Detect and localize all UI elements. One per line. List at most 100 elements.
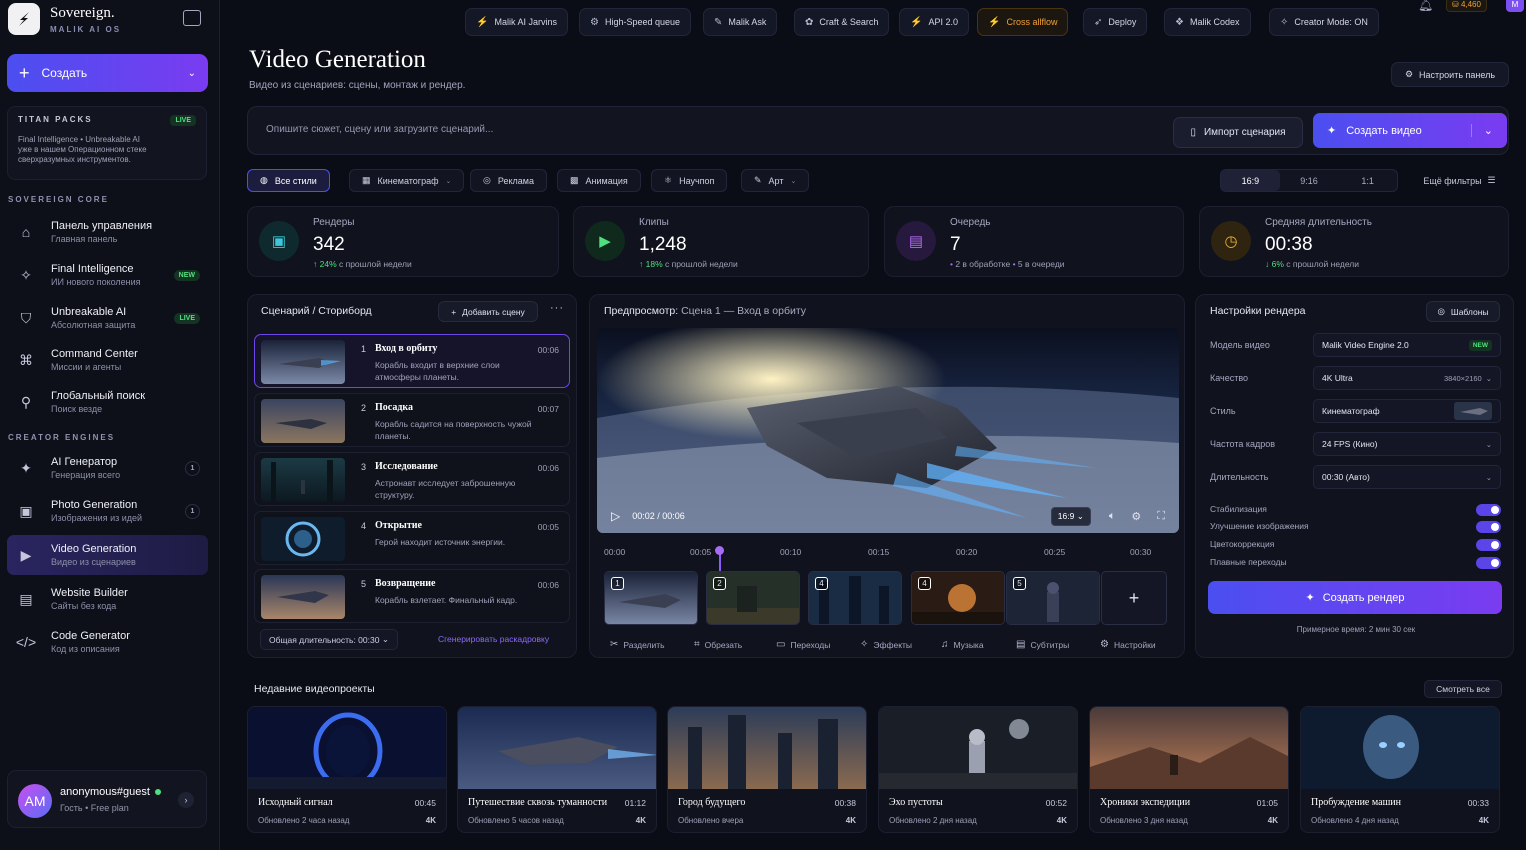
enhance-toggle[interactable] <box>1476 521 1501 533</box>
logo-icon[interactable] <box>8 3 40 35</box>
project-updated: Обновлено 2 часа назад <box>258 816 350 825</box>
project-card[interactable]: Путешествие сквозь туманности 01:12 Обно… <box>457 706 657 833</box>
style-chip-all[interactable]: ◍ Все стили <box>247 169 330 192</box>
topchip-deploy[interactable]: ➶ Deploy <box>1083 8 1148 36</box>
style-chip-science[interactable]: ⚛ Научпоп <box>651 169 728 192</box>
style-select[interactable]: Кинематограф <box>1313 399 1501 423</box>
tool-transitions[interactable]: ▭ Переходы <box>776 639 830 650</box>
titan-packs-card[interactable]: TITAN PACKS LIVE Final Intelligence • Un… <box>7 106 207 180</box>
create-render-button[interactable]: ✦ Создать рендер <box>1208 581 1502 614</box>
timeline-clip[interactable]: 2 <box>706 571 800 625</box>
project-card[interactable]: Город будущего 00:38 Обновлено вчера 4K <box>667 706 867 833</box>
project-quality: 4K <box>1267 816 1278 825</box>
tool-subtitles[interactable]: ▤ Субтитры <box>1016 639 1069 650</box>
create-video-button[interactable]: ✦ Создать видео ⌄ <box>1313 113 1507 148</box>
project-quality: 4K <box>845 816 856 825</box>
queue-icon: ▤ <box>896 221 936 261</box>
profile-avatar[interactable]: M <box>1506 0 1524 12</box>
scene-item[interactable]: 4 Открытие Герой находит источник энерги… <box>254 511 570 565</box>
add-scene-button[interactable]: + Добавить сцену <box>438 301 538 322</box>
tool-split[interactable]: ✂ Разделить <box>610 639 665 650</box>
import-script-button[interactable]: ▯ Импорт сценария <box>1173 117 1303 148</box>
sidebar-item-global-search[interactable]: ⚲ Глобальный поиск Поиск везде <box>7 382 208 422</box>
model-select[interactable]: Malik Video Engine 2.0 NEW <box>1313 333 1501 357</box>
gear-icon[interactable]: ⚙ <box>1131 510 1141 523</box>
create-button[interactable]: + Создать ⌄ <box>7 54 208 92</box>
sidebar-item-unbreakable-ai[interactable]: ⛉ Unbreakable AI Абсолютная защита LIVE <box>7 298 208 338</box>
style-chip-art[interactable]: ✎ Арт ⌄ <box>741 169 810 192</box>
more-filters-button[interactable]: Ещё фильтры ☰ <box>1410 169 1509 192</box>
preview-ratio-select[interactable]: 16:9 ⌄ <box>1050 506 1091 526</box>
chevron-right-icon[interactable]: › <box>178 792 194 808</box>
style-chip-ads[interactable]: ◎ Реклама <box>470 169 547 192</box>
timeline-clip[interactable]: 4 <box>808 571 902 625</box>
timeline-clip[interactable]: 5 <box>1006 571 1100 625</box>
user-card[interactable]: AM anonymous#guest Гость • Free plan › <box>7 770 207 828</box>
project-card[interactable]: Исходный сигнал 00:45 Обновлено 2 часа н… <box>247 706 447 833</box>
project-card[interactable]: Пробуждение машин 00:33 Обновлено 4 дня … <box>1300 706 1500 833</box>
sidebar-item-website-builder[interactable]: ▤ Website Builder Сайты без кода <box>7 579 208 619</box>
topchip-ask[interactable]: ✎ Malik Ask <box>703 8 778 36</box>
configure-panel-button[interactable]: ⚙ Настроить панель <box>1391 62 1509 87</box>
topchip-creator-mode[interactable]: ✧ Creator Mode: ON <box>1269 8 1379 36</box>
fullscreen-icon[interactable]: ⛶ <box>1157 510 1165 523</box>
ratio-1-1[interactable]: 1:1 <box>1338 170 1397 191</box>
see-all-button[interactable]: Смотреть все <box>1424 680 1502 698</box>
add-clip-button[interactable]: + <box>1101 571 1167 625</box>
collapse-sidebar-icon[interactable] <box>183 10 201 26</box>
sidebar-item-command-center[interactable]: ⌘ Command Center Миссии и агенты <box>7 340 208 380</box>
project-card[interactable]: Эхо пустоты 00:52 Обновлено 2 дня назад … <box>878 706 1078 833</box>
color-correction-toggle[interactable] <box>1476 539 1501 551</box>
topchip-api[interactable]: ⚡ API 2.0 <box>899 8 969 36</box>
sidebar-item-dashboard[interactable]: ⌂ Панель управления Главная панель <box>7 212 208 252</box>
sidebar-item-ai-generator[interactable]: ✦ AI Генератор Генерация всего 1 <box>7 448 208 488</box>
total-duration-select[interactable]: Общая длительность: 00:30 ⌄ <box>260 629 398 650</box>
sidebar-item-final-intelligence[interactable]: ✧ Final Intelligence ИИ нового поколения … <box>7 255 208 295</box>
nav-label: Code Generator <box>51 630 130 642</box>
section-title-creator: CREATOR ENGINES <box>8 433 116 442</box>
tool-effects[interactable]: ✧ Эффекты <box>860 639 912 650</box>
bell-icon[interactable]: 🔔︎ <box>1418 0 1433 12</box>
sidebar-item-photo-generation[interactable]: ▣ Photo Generation Изображения из идей 1 <box>7 491 208 531</box>
scene-item[interactable]: 2 Посадка Корабль садится на поверхность… <box>254 393 570 447</box>
volume-icon[interactable]: 🔈︎ <box>1109 510 1116 523</box>
stabilization-toggle[interactable] <box>1476 504 1501 516</box>
scene-item[interactable]: 3 Исследование Астронавт исследует забро… <box>254 452 570 506</box>
credits-badge[interactable]: ⛁ 4,460 <box>1446 0 1487 12</box>
video-time: 00:02 / 00:06 <box>632 511 685 521</box>
tool-trim[interactable]: ⌗ Обрезать <box>694 639 742 650</box>
sidebar-item-video-generation[interactable]: ▶ Video Generation Видео из сценариев <box>7 535 208 575</box>
smooth-transitions-toggle[interactable] <box>1476 557 1501 569</box>
style-chip-animation[interactable]: ▩ Анимация <box>557 169 641 192</box>
templates-button[interactable]: ◎ Шаблоны <box>1426 301 1500 322</box>
ratio-16-9[interactable]: 16:9 <box>1221 170 1280 191</box>
topchip-cross-allflow[interactable]: ⚡ Cross allflow <box>977 8 1069 36</box>
sidebar-item-code-generator[interactable]: </> Code Generator Код из описания <box>7 622 208 662</box>
plus-icon: + <box>19 62 30 83</box>
tool-settings[interactable]: ⚙ Настройки <box>1100 639 1156 650</box>
chip-label: Все стили <box>274 175 317 186</box>
timeline-clip[interactable]: 4 <box>911 571 1005 625</box>
topchip-codex[interactable]: ❖ Malik Codex <box>1164 8 1251 36</box>
scene-item[interactable]: 1 Вход в орбиту Корабль входит в верхние… <box>254 334 570 388</box>
style-chip-cinema[interactable]: ▦ Кинематограф ⌄ <box>349 169 465 192</box>
scene-thumbnail <box>261 575 345 619</box>
play-icon[interactable]: ▷ <box>611 509 620 523</box>
scene-item[interactable]: 5 Возвращение Корабль взлетает. Финальны… <box>254 569 570 623</box>
avatar: AM <box>18 784 52 818</box>
chevron-down-icon[interactable]: ⌄ <box>1470 124 1493 137</box>
topchip-jarvins[interactable]: ⚡ Malik AI Jarvins <box>465 8 568 36</box>
topchip-queue[interactable]: ⚙ High-Speed queue <box>579 8 692 36</box>
duration-select[interactable]: 00:30 (Авто) ⌄ <box>1313 465 1501 489</box>
fps-select[interactable]: 24 FPS (Кино) ⌄ <box>1313 432 1501 456</box>
playhead-handle[interactable] <box>715 546 724 555</box>
ratio-9-16[interactable]: 9:16 <box>1280 170 1339 191</box>
generate-storyboard-link[interactable]: Сгенерировать раскадровку <box>438 634 549 644</box>
prompt-input[interactable] <box>266 124 1066 135</box>
more-icon[interactable]: ··· <box>550 302 564 314</box>
timeline-clip[interactable]: 1 <box>604 571 698 625</box>
tool-music[interactable]: ♫ Музыка <box>941 639 984 650</box>
project-card[interactable]: Хроники экспедиции 01:05 Обновлено 3 дня… <box>1089 706 1289 833</box>
topchip-craft[interactable]: ✿ Craft & Search <box>794 8 890 36</box>
quality-select[interactable]: 4K Ultra 3840×2160 ⌄ <box>1313 366 1501 390</box>
